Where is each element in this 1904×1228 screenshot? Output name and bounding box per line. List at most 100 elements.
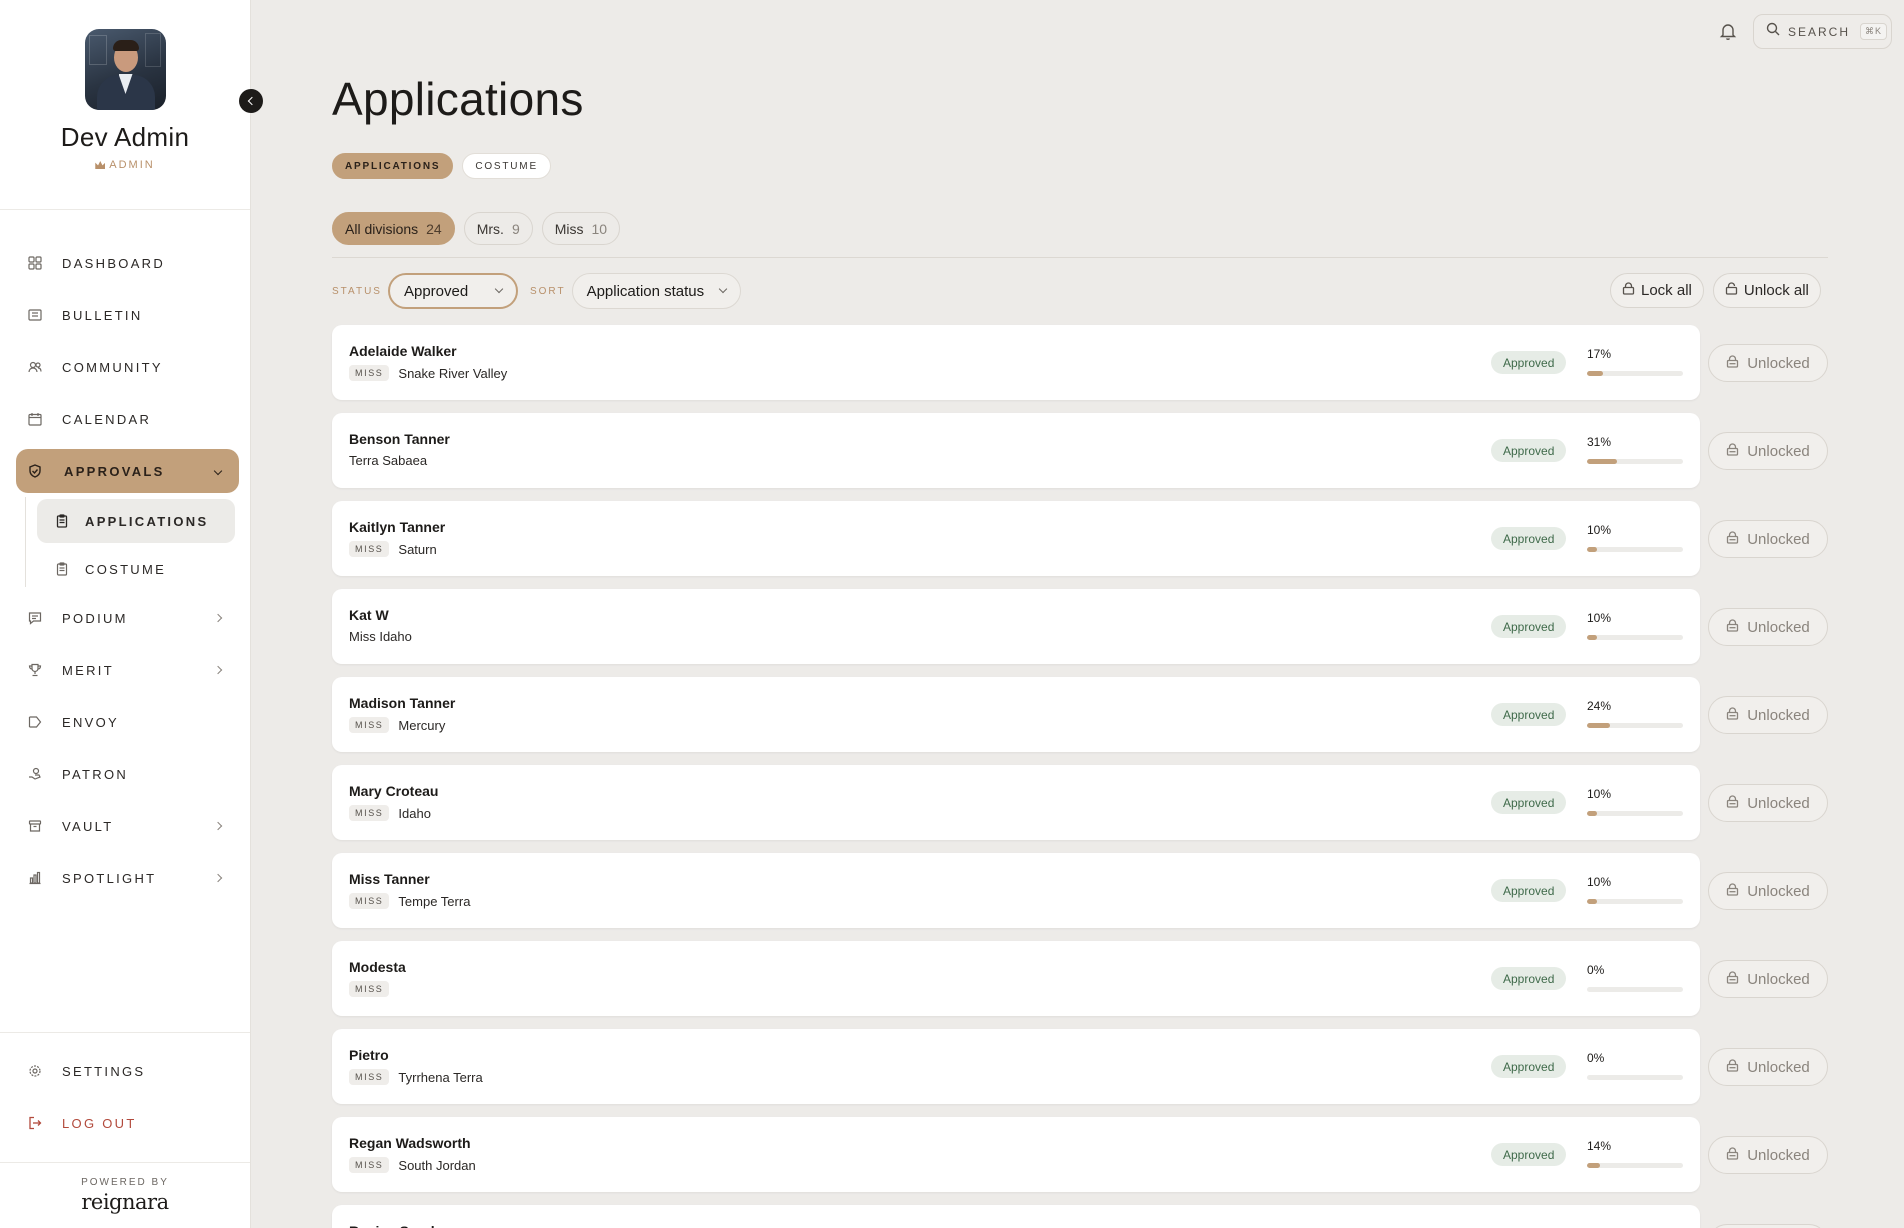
sub-item-applications[interactable]: APPLICATIONS <box>37 499 235 543</box>
progress-bar <box>1587 987 1683 992</box>
unlock-icon <box>1726 1146 1739 1164</box>
send-icon <box>28 715 42 729</box>
nav-item-envoy[interactable]: ENVOY <box>16 700 239 744</box>
search-label: SEARCH <box>1788 24 1851 39</box>
application-card[interactable]: Regina Sparks <box>332 1205 1700 1228</box>
application-card[interactable]: Kat W Miss Idaho Approved 10% <box>332 589 1700 664</box>
search-button[interactable]: SEARCH ⌘K <box>1753 14 1892 49</box>
filter-bar: STATUS Approved SORT Application status <box>332 273 741 309</box>
tab-applications[interactable]: APPLICATIONS <box>332 153 454 179</box>
lock-toggle-button[interactable]: Unlocked <box>1708 520 1828 558</box>
division-badge: MISS <box>349 365 390 381</box>
nav-label: COSTUME <box>85 561 167 577</box>
lock-toggle-button[interactable]: Unlocked <box>1708 960 1828 998</box>
lock-toggle-button[interactable]: Unlocked <box>1708 608 1828 646</box>
progress-percent: 10% <box>1587 875 1612 889</box>
avatar[interactable] <box>84 29 166 110</box>
applicant-name: Benson Tanner <box>349 431 450 447</box>
gear-icon <box>28 1064 42 1078</box>
keyboard-shortcut: ⌘K <box>1860 23 1888 40</box>
lock-toggle-button[interactable]: Unlocked <box>1708 784 1828 822</box>
applicant-title: Tempe Terra <box>398 893 471 909</box>
applicant-title: Mercury <box>398 717 446 733</box>
application-card[interactable]: Pietro MISS Tyrrhena Terra Approved 0% <box>332 1029 1700 1104</box>
page-title: Applications <box>332 73 584 125</box>
profile-section: Dev Admin ADMIN <box>0 0 250 210</box>
applicant-details: Terra Sabaea <box>349 453 427 468</box>
nav-item-calendar[interactable]: CALENDAR <box>16 397 239 441</box>
lock-toggle-button[interactable]: Unlocked <box>1708 344 1828 382</box>
nav-item-spotlight[interactable]: SPOTLIGHT <box>16 856 239 900</box>
status-badge: Approved <box>1491 615 1567 638</box>
unlock-all-button[interactable]: Unlock all <box>1712 273 1821 308</box>
nav-item-logout[interactable]: LOG OUT <box>16 1101 239 1145</box>
clipboard-icon <box>55 514 69 528</box>
division-badge: MISS <box>349 541 390 557</box>
bell-icon[interactable] <box>1719 21 1737 41</box>
status-badge: Approved <box>1491 1143 1567 1166</box>
status-badge: Approved <box>1491 967 1567 990</box>
application-card[interactable]: Benson Tanner Terra Sabaea Approved 31% <box>332 413 1700 488</box>
application-card[interactable]: Kaitlyn Tanner MISS Saturn Approved 10% <box>332 501 1700 576</box>
application-card[interactable]: Madison Tanner MISS Mercury Approved 24% <box>332 677 1700 752</box>
chevron-right-icon <box>213 821 223 831</box>
nav-item-bulletin[interactable]: BULLETIN <box>16 293 239 337</box>
application-card[interactable]: Adelaide Walker MISS Snake River Valley App… <box>332 325 1700 400</box>
application-card[interactable]: Miss Tanner MISS Tempe Terra Approved 10% <box>332 853 1700 928</box>
collapse-sidebar-button[interactable] <box>239 89 263 113</box>
division-label: Miss <box>554 220 584 237</box>
sort-select-value: Application status <box>586 282 705 300</box>
application-card[interactable]: Regan Wadsworth MISS South Jordan Approved 1… <box>332 1117 1700 1192</box>
status-badge: Approved <box>1491 439 1567 462</box>
nav-item-approvals[interactable]: APPROVALS <box>16 449 239 493</box>
unlock-icon <box>1726 794 1739 812</box>
division-miss[interactable]: Miss 10 <box>541 212 621 245</box>
brand-logo: reignara <box>81 1190 169 1214</box>
divider <box>332 257 1828 258</box>
grid-icon <box>28 256 42 270</box>
lock-all-button[interactable]: Lock all <box>1610 273 1704 308</box>
submenu-guide-line <box>25 497 26 587</box>
sidebar: Dev Admin ADMIN DASHBOARD BULLETIN COMMU… <box>0 0 251 1228</box>
applicant-title: Tyrrhena Terra <box>398 1069 483 1085</box>
powered-by: POWERED BY <box>81 1177 169 1188</box>
division-mrs[interactable]: Mrs. 9 <box>463 212 533 245</box>
lock-state-label: Unlocked <box>1747 530 1810 548</box>
applicant-details: MISS Tyrrhena Terra <box>349 1069 483 1085</box>
nav-item-podium[interactable]: PODIUM <box>16 596 239 640</box>
applicant-details: MISS Mercury <box>349 717 445 733</box>
application-card[interactable]: Modesta MISS Approved 0% <box>332 941 1700 1016</box>
progress-bar <box>1587 371 1683 376</box>
status-select[interactable]: Approved <box>387 273 518 309</box>
lock-toggle-button[interactable]: Unlocked <box>1708 696 1828 734</box>
nav-item-vault[interactable]: VAULT <box>16 804 239 848</box>
nav-item-patron[interactable]: PATRON <box>16 752 239 796</box>
sort-select[interactable]: Application status <box>571 273 741 309</box>
progress-bar <box>1587 1075 1683 1080</box>
applicant-name: Kat W <box>349 607 389 623</box>
chevron-right-icon <box>213 665 223 675</box>
lock-toggle-button[interactable]: Unlocked <box>1708 432 1828 470</box>
applicant-title: Snake River Valley <box>398 365 508 381</box>
lock-toggle-button[interactable]: Unlocked <box>1708 1048 1828 1086</box>
application-card[interactable]: Mary Croteau MISS Idaho Approved 10% <box>332 765 1700 840</box>
newspaper-icon <box>28 308 42 322</box>
status-badge: Approved <box>1491 1055 1567 1078</box>
table-row: Miss Tanner MISS Tempe Terra Approved 10% Unl… <box>332 853 1828 928</box>
nav-item-merit[interactable]: MERIT <box>16 648 239 692</box>
lock-toggle-button[interactable]: Unlocked <box>1708 1136 1828 1174</box>
lock-toggle-button[interactable]: Unlocked <box>1708 872 1828 910</box>
lock-state-label: Unlocked <box>1747 618 1810 636</box>
nav-item-dashboard[interactable]: DASHBOARD <box>16 241 239 285</box>
chevron-right-icon <box>213 613 223 623</box>
division-all[interactable]: All divisions 24 <box>332 212 455 245</box>
division-label: All divisions <box>345 220 419 237</box>
division-badge: MISS <box>349 805 390 821</box>
nav-item-community[interactable]: COMMUNITY <box>16 345 239 389</box>
sub-item-costume[interactable]: COSTUME <box>37 547 235 591</box>
progress-bar-fill <box>1587 899 1597 904</box>
lock-toggle-button[interactable] <box>1708 1224 1828 1228</box>
tab-costume[interactable]: COSTUME <box>462 153 551 179</box>
nav-item-settings[interactable]: SETTINGS <box>16 1049 239 1093</box>
lock-state-label: Unlocked <box>1747 970 1810 988</box>
